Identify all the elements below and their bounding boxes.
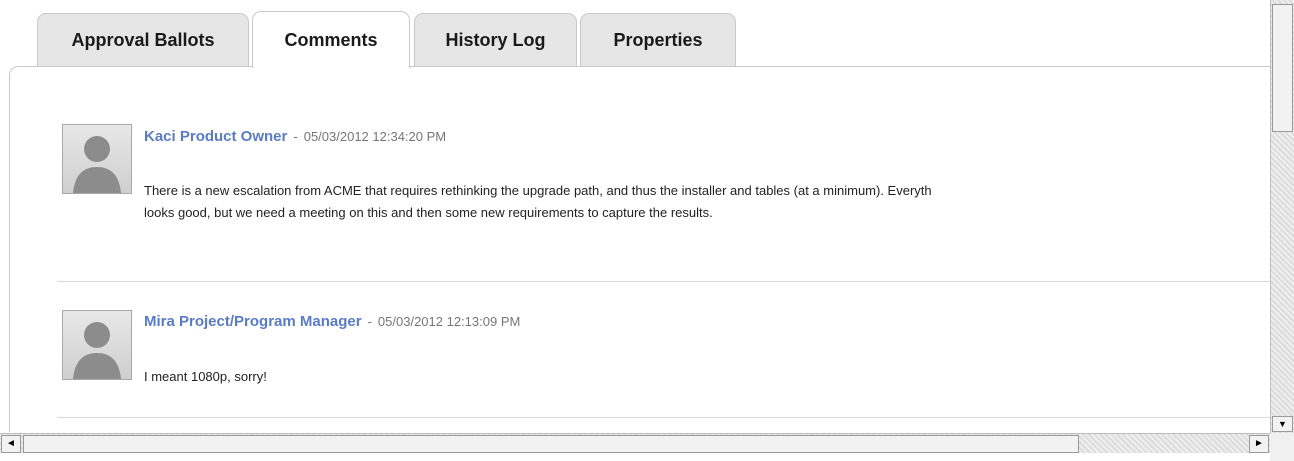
comment-item: Mira Project/Program Manager -05/03/2012 … — [0, 0, 1270, 461]
user-silhouette-icon — [73, 322, 121, 379]
bottom-edge — [0, 453, 1270, 461]
comment-divider — [57, 417, 1279, 418]
meta-separator: - — [367, 314, 372, 329]
horizontal-scrollbar[interactable]: ◄ ► — [0, 433, 1270, 453]
comment-body-line: I meant 1080p, sorry! — [144, 369, 267, 384]
scroll-right-icon[interactable]: ► — [1249, 435, 1269, 453]
scrollbar-corner — [1270, 433, 1294, 461]
comment-author-link[interactable]: Mira Project/Program Manager — [144, 313, 362, 330]
scroll-down-icon[interactable]: ▼ — [1272, 416, 1293, 432]
vertical-scrollbar[interactable]: ▼ — [1270, 0, 1294, 433]
vertical-scroll-thumb[interactable] — [1272, 4, 1293, 132]
horizontal-scroll-thumb[interactable] — [23, 435, 1079, 453]
avatar — [62, 310, 132, 380]
scroll-left-icon[interactable]: ◄ — [1, 435, 21, 453]
comment-meta: Mira Project/Program Manager -05/03/2012 … — [144, 313, 520, 330]
comment-timestamp: 05/03/2012 12:13:09 PM — [377, 314, 521, 329]
tab-comments[interactable]: Comments — [252, 11, 410, 68]
comment-body: I meant 1080p, sorry! — [144, 366, 1279, 388]
